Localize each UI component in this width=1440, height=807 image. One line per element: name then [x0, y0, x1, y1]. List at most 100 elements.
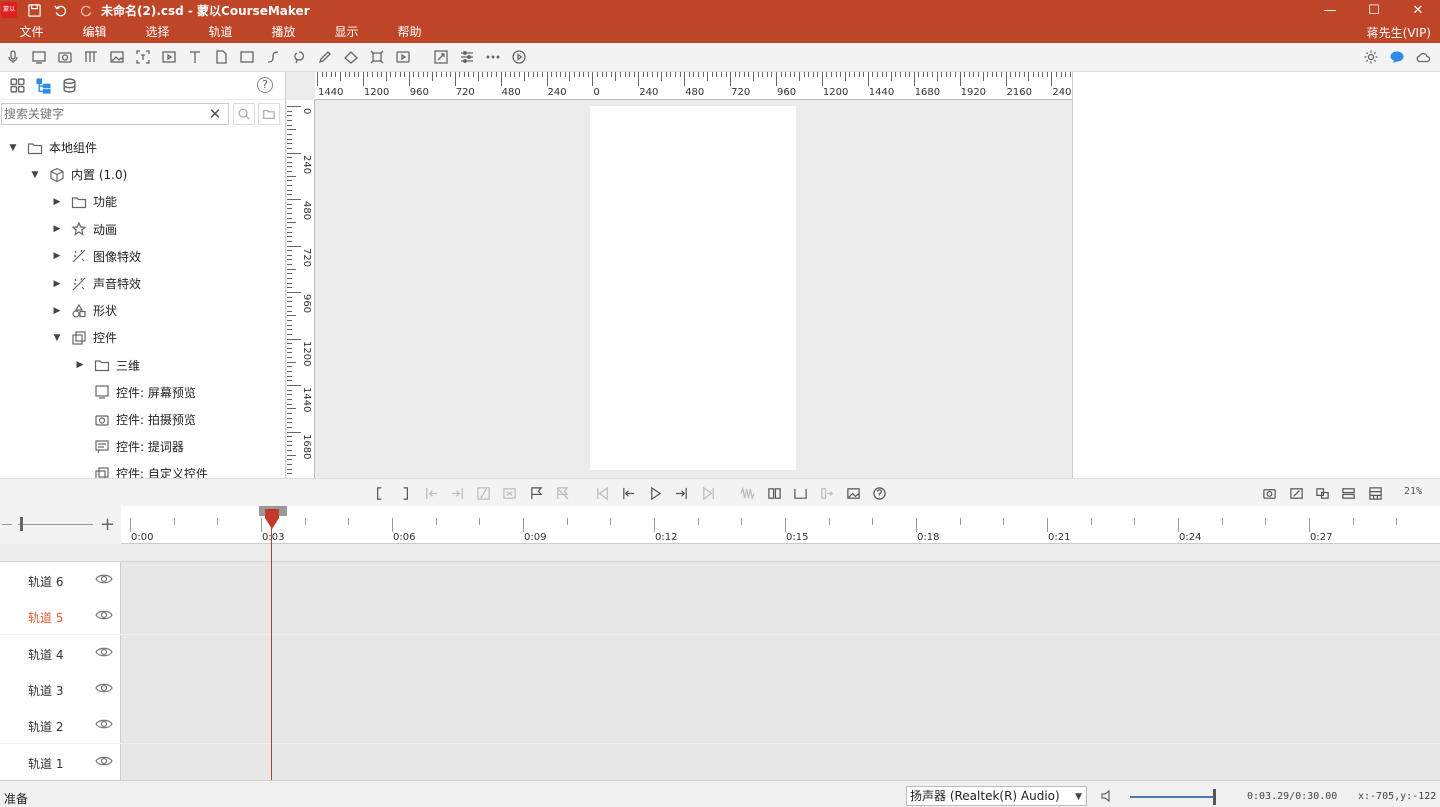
- track-row[interactable]: 轨道 4: [0, 634, 1440, 671]
- expand-arrow-down-icon[interactable]: ▼: [30, 170, 40, 180]
- menu-edit[interactable]: 编辑: [63, 23, 126, 40]
- split-clip-icon[interactable]: [765, 484, 783, 502]
- skip-start-icon[interactable]: [593, 484, 611, 502]
- extend-icon[interactable]: [817, 484, 835, 502]
- track-list-icon[interactable]: [1366, 484, 1384, 502]
- eye-icon[interactable]: [95, 608, 113, 622]
- track-header[interactable]: 轨道 6: [0, 562, 121, 598]
- mark-in-icon[interactable]: [370, 484, 388, 502]
- zoom-out-icon[interactable]: [2, 524, 12, 525]
- eye-icon[interactable]: [95, 754, 113, 768]
- eye-icon[interactable]: [95, 681, 113, 695]
- screen-record-icon[interactable]: [26, 44, 52, 70]
- track-lane[interactable]: [121, 598, 1440, 635]
- playhead-marker-icon[interactable]: [264, 508, 280, 530]
- eye-icon[interactable]: [95, 717, 113, 731]
- redo-icon[interactable]: [77, 1, 95, 19]
- tree-item[interactable]: 控件: 屏幕预览: [75, 379, 196, 406]
- gap-icon[interactable]: [791, 484, 809, 502]
- menu-file[interactable]: 文件: [0, 23, 63, 40]
- eraser-icon[interactable]: [338, 44, 364, 70]
- chat-bubble-icon[interactable]: [1384, 44, 1410, 70]
- minimize-button[interactable]: —: [1308, 0, 1352, 20]
- menu-track[interactable]: 轨道: [189, 23, 252, 40]
- rectangle-icon[interactable]: [234, 44, 260, 70]
- tree-item[interactable]: ▶ 图像特效: [52, 243, 141, 270]
- eye-icon[interactable]: [95, 572, 113, 586]
- search-icon[interactable]: [233, 103, 255, 125]
- help-icon[interactable]: ?: [257, 77, 273, 93]
- track-header[interactable]: 轨道 2: [0, 707, 121, 744]
- text-tool-icon[interactable]: [182, 44, 208, 70]
- menu-select[interactable]: 选择: [126, 23, 189, 40]
- track-lane[interactable]: [121, 670, 1440, 707]
- tree-item[interactable]: 控件: 提词器: [75, 433, 184, 460]
- timeline-help-icon[interactable]: [870, 484, 888, 502]
- microphone-icon[interactable]: [0, 44, 26, 70]
- expand-arrow-right-icon[interactable]: ▶: [52, 306, 62, 316]
- video-icon[interactable]: [156, 44, 182, 70]
- image-icon[interactable]: [104, 44, 130, 70]
- track-header[interactable]: 轨道 3: [0, 670, 121, 707]
- zoom-slider-thumb[interactable]: [20, 517, 23, 531]
- save-icon[interactable]: [25, 1, 43, 19]
- tree-item[interactable]: ▶ 功能: [52, 188, 117, 215]
- component-search-input[interactable]: [1, 103, 229, 125]
- tree-item[interactable]: ▶ 声音特效: [52, 270, 141, 297]
- track-header[interactable]: 轨道 1: [0, 743, 121, 780]
- ppt-icon[interactable]: [78, 44, 104, 70]
- screenshot-camera-icon[interactable]: [1260, 484, 1278, 502]
- remove-flag-icon[interactable]: [553, 484, 571, 502]
- expand-arrow-down-icon[interactable]: ▼: [52, 333, 62, 343]
- expand-arrow-right-icon[interactable]: ▶: [52, 251, 62, 261]
- eye-icon[interactable]: [95, 645, 113, 659]
- canvas-area[interactable]: 1440 1200 960 720 480 240 0 240 480 720 960 1200 144…: [287, 72, 1072, 478]
- split-icon[interactable]: [474, 484, 492, 502]
- clear-search-icon[interactable]: ✕: [207, 106, 223, 122]
- tree-item[interactable]: 控件: 拍摄预览: [75, 406, 196, 433]
- menu-view[interactable]: 显示: [315, 23, 378, 40]
- track-row[interactable]: 轨道 3: [0, 670, 1440, 707]
- tree-view-icon[interactable]: [30, 75, 56, 97]
- adjust-icon[interactable]: [454, 44, 480, 70]
- prev-frame-icon[interactable]: [619, 484, 637, 502]
- audio-device-select[interactable]: 扬声器 (Realtek(R) Audio) ▼: [906, 786, 1087, 806]
- track-lane[interactable]: [121, 562, 1440, 598]
- menu-help[interactable]: 帮助: [378, 23, 441, 40]
- track-lane[interactable]: [121, 707, 1440, 744]
- database-icon[interactable]: [56, 75, 82, 97]
- edit-image-icon[interactable]: [1287, 484, 1305, 502]
- transition-icon[interactable]: [500, 484, 518, 502]
- layers-icon[interactable]: [1313, 484, 1331, 502]
- open-folder-icon[interactable]: [258, 103, 280, 125]
- flag-icon[interactable]: [527, 484, 545, 502]
- track-header[interactable]: 轨道 5: [0, 598, 121, 635]
- expand-arrow-right-icon[interactable]: ▶: [52, 279, 62, 289]
- interaction-icon[interactable]: [390, 44, 416, 70]
- track-row[interactable]: 轨道 2: [0, 707, 1440, 744]
- tree-item[interactable]: ▼ 本地组件: [8, 134, 97, 161]
- snapshot-image-icon[interactable]: [844, 484, 862, 502]
- mark-out-icon[interactable]: [396, 484, 414, 502]
- menu-play[interactable]: 播放: [252, 23, 315, 40]
- curve-icon[interactable]: [260, 44, 286, 70]
- volume-slider-thumb[interactable]: [1213, 789, 1216, 805]
- track-lane[interactable]: [121, 634, 1440, 671]
- tree-item[interactable]: ▶ 形状: [52, 297, 117, 324]
- pen-icon[interactable]: [312, 44, 338, 70]
- expand-arrow-right-icon[interactable]: ▶: [52, 224, 62, 234]
- skip-end-icon[interactable]: [699, 484, 717, 502]
- settings-gear-icon[interactable]: [1358, 44, 1384, 70]
- maximize-button[interactable]: ☐: [1352, 0, 1396, 20]
- track-header[interactable]: 轨道 4: [0, 634, 121, 671]
- track-row[interactable]: 轨道 6: [0, 562, 1440, 598]
- tree-item[interactable]: ▶ 动画: [52, 216, 117, 243]
- tree-item[interactable]: 控件: 自定义控件: [75, 460, 208, 478]
- time-ruler[interactable]: 0:00 0:03 0:06 0:09 0:12 0:15 0:18 0:21 0:24 0:27: [121, 506, 1440, 544]
- frame-icon[interactable]: [364, 44, 390, 70]
- tree-item[interactable]: ▶ 三维: [75, 352, 140, 379]
- track-row[interactable]: 轨道 1: [0, 743, 1440, 780]
- zoom-in-icon[interactable]: +: [100, 514, 115, 535]
- volume-slider-track[interactable]: [1130, 796, 1214, 798]
- stage-canvas[interactable]: [590, 106, 796, 470]
